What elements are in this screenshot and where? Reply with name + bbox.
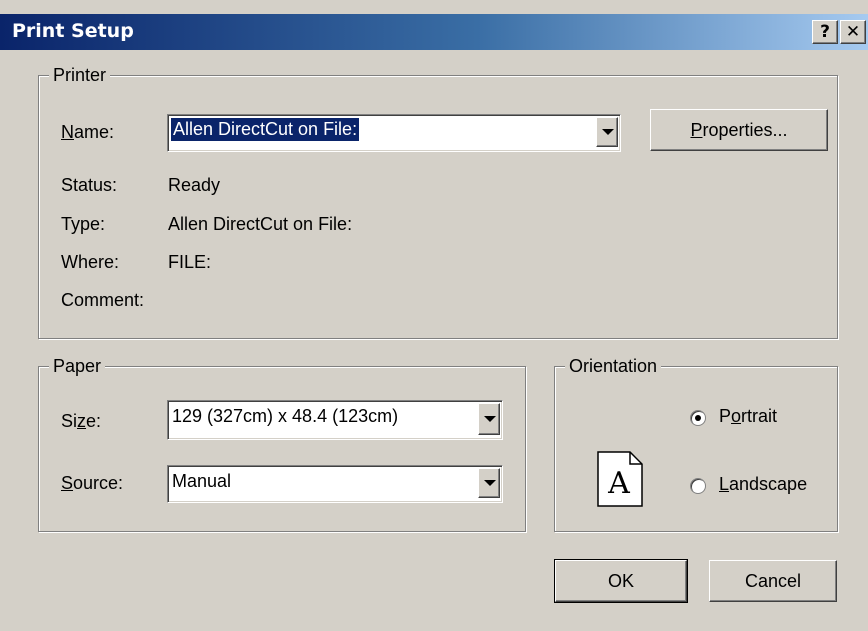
help-icon: ? — [820, 22, 830, 42]
close-icon: ✕ — [845, 22, 861, 42]
source-label: Source: — [61, 473, 124, 493]
where-label: Where: — [61, 252, 120, 272]
portrait-page-icon: A — [597, 451, 643, 507]
printer-group-label: Printer — [49, 65, 111, 86]
printer-group: Printer Name: Allen DirectCut on File: P… — [38, 65, 838, 339]
paper-source-dropdown[interactable]: Manual — [167, 465, 503, 503]
landscape-label[interactable]: Landscape — [719, 474, 807, 495]
paper-source-value: Manual — [172, 471, 232, 491]
cancel-button-label: Cancel — [744, 571, 802, 591]
portrait-label[interactable]: Portrait — [719, 406, 777, 427]
cancel-button[interactable]: Cancel — [709, 560, 837, 602]
help-button[interactable]: ? — [812, 20, 838, 44]
type-value: Allen DirectCut on File: — [168, 214, 353, 234]
paper-size-value: 129 (327cm) x 48.4 (123cm) — [172, 406, 399, 426]
paper-source-dropdown-arrow[interactable] — [478, 468, 500, 498]
paper-group-label: Paper — [49, 356, 106, 377]
where-value: FILE: — [168, 252, 212, 272]
portrait-radio[interactable] — [690, 410, 706, 426]
status-value: Ready — [168, 175, 221, 195]
printer-name-dropdown-arrow[interactable] — [596, 117, 618, 147]
size-label: Size: — [61, 411, 102, 431]
close-button[interactable]: ✕ — [840, 20, 866, 44]
window-title: Print Setup — [12, 20, 134, 42]
paper-group: Paper Size: 129 (327cm) x 48.4 (123cm) S… — [38, 356, 526, 532]
orientation-group: Orientation A Portrait Landscape — [554, 356, 838, 532]
printer-name-value: Allen DirectCut on File: — [169, 117, 361, 142]
type-label: Type: — [61, 214, 106, 234]
properties-button[interactable]: Properties... — [650, 109, 828, 151]
printer-name-dropdown[interactable]: Allen DirectCut on File: — [167, 114, 621, 152]
comment-label: Comment: — [61, 290, 145, 310]
ok-button-label: OK — [607, 571, 634, 591]
ok-button[interactable]: OK — [554, 559, 688, 603]
orientation-group-label: Orientation — [565, 356, 662, 377]
title-bar[interactable]: Print Setup ? ✕ — [0, 14, 868, 50]
page-letter: A — [607, 466, 630, 501]
paper-size-dropdown-arrow[interactable] — [478, 403, 500, 435]
status-label: Status: — [61, 175, 118, 195]
print-setup-dialog: Print Setup ? ✕ Printer Name: Allen Dire… — [0, 0, 868, 631]
name-label: Name: — [61, 122, 115, 142]
portrait-radio-dot — [695, 415, 701, 421]
landscape-radio[interactable] — [690, 478, 706, 494]
paper-size-dropdown[interactable]: 129 (327cm) x 48.4 (123cm) — [167, 400, 503, 440]
